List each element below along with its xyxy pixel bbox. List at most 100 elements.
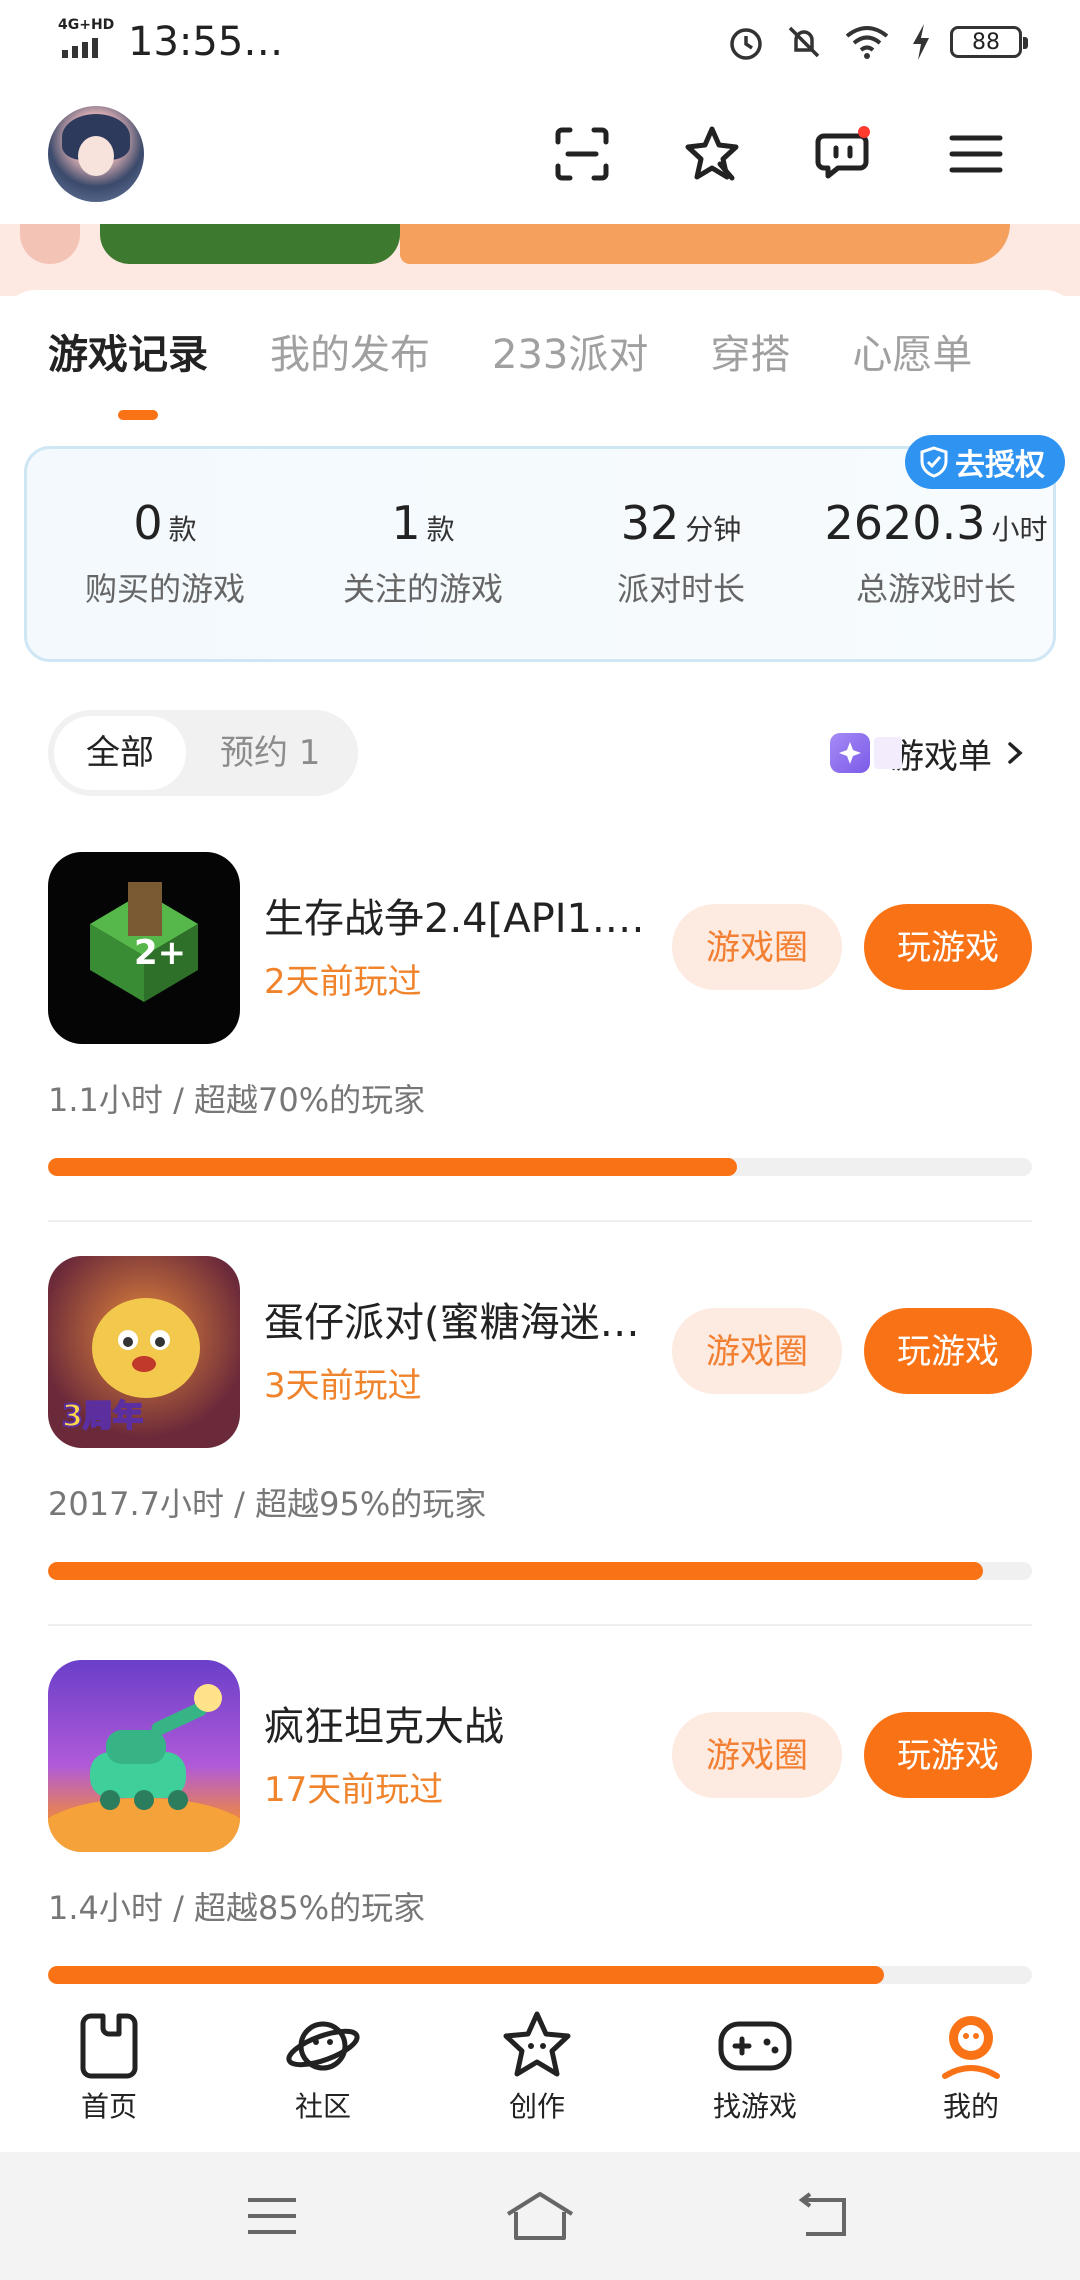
tab-outfits[interactable]: 穿搭 — [710, 320, 790, 390]
filter-all[interactable]: 全部 — [54, 716, 186, 790]
nav-label: 我的 — [942, 2090, 999, 2123]
stat-unit: 款 — [426, 513, 455, 546]
promo-banner[interactable] — [0, 224, 1080, 296]
home-nav-icon[interactable] — [504, 2188, 576, 2244]
stat-value: 2620.3 — [824, 496, 986, 550]
play-game-button[interactable]: 玩游戏 — [864, 1712, 1032, 1798]
game-list-label: 游戏单 — [890, 736, 992, 777]
create-star-icon — [503, 2011, 571, 2077]
nav-me[interactable]: 我的 — [896, 2006, 1046, 2124]
stat-label: 派对时长 — [616, 570, 745, 608]
play-stat: 2017.7小时 / 超越95%的玩家 — [48, 1485, 487, 1523]
stat-value: 1 — [391, 496, 421, 550]
wifi-icon — [845, 26, 889, 59]
last-played: 2天前玩过 — [264, 962, 422, 1002]
tab-233-party[interactable]: 233派对 — [492, 320, 648, 390]
progress-fill — [48, 1966, 885, 1984]
play-progress — [48, 1562, 1032, 1580]
play-stat: 1.4小时 / 超越85%的玩家 — [48, 1889, 426, 1927]
recent-apps-icon[interactable] — [244, 2192, 300, 2240]
tab-wishlist[interactable]: 心愿单 — [852, 320, 972, 390]
progress-fill — [48, 1562, 983, 1580]
nav-label: 首页 — [80, 2090, 137, 2123]
bottom-nav: 首页 社区 创作 找游戏 我的 — [0, 1996, 1080, 2152]
nav-label: 找游戏 — [712, 2090, 797, 2123]
stat-purchased[interactable]: 0款 购买的游戏 — [45, 495, 285, 609]
filter-reserved[interactable]: 预约 1 — [220, 716, 320, 790]
avatar[interactable] — [48, 106, 144, 202]
filter-segment: 全部 预约 1 — [48, 710, 358, 796]
nav-home[interactable]: 首页 — [34, 2006, 184, 2124]
shield-check-icon — [920, 446, 948, 478]
play-progress — [48, 1966, 1032, 1984]
play-game-button[interactable]: 玩游戏 — [864, 904, 1032, 990]
play-progress — [48, 1158, 1032, 1176]
nav-create[interactable]: 创作 — [462, 2006, 612, 2124]
stat-label: 总游戏时长 — [855, 570, 1016, 608]
game-list-link[interactable]: 游戏单 — [830, 722, 1030, 784]
chevron-right-icon — [1008, 742, 1023, 764]
message-icon[interactable] — [814, 124, 874, 184]
app-header — [0, 84, 1080, 224]
stat-unit: 款 — [168, 513, 197, 546]
svg-text:2+: 2+ — [134, 933, 186, 973]
play-stat: 1.1小时 / 超越70%的玩家 — [48, 1081, 426, 1119]
game-circle-button[interactable]: 游戏圈 — [672, 1308, 842, 1394]
nav-find-games[interactable]: 找游戏 — [680, 2006, 830, 2124]
stat-unit: 小时 — [991, 513, 1048, 546]
stat-value: 0 — [133, 496, 163, 550]
authorize-label: 去授权 — [955, 448, 1045, 483]
gamepad-icon — [718, 2021, 792, 2071]
network-label: 4G+HD — [58, 17, 115, 33]
nav-community[interactable]: 社区 — [248, 2006, 398, 2124]
back-icon[interactable] — [796, 2190, 852, 2242]
signal-icon — [62, 38, 98, 58]
main-panel: 游戏记录 我的发布 233派对 穿搭 心愿单 去授权 0款 购买的游戏 1款 关… — [0, 290, 1080, 2000]
system-nav-bar — [0, 2152, 1080, 2280]
stat-party-time[interactable]: 32 分钟 派对时长 — [561, 495, 801, 609]
authorize-button[interactable]: 去授权 — [905, 435, 1065, 489]
game-icon-crazy-tank[interactable] — [48, 1660, 240, 1852]
alarm-icon — [730, 28, 762, 60]
play-game-button[interactable]: 玩游戏 — [864, 1308, 1032, 1394]
stat-followed[interactable]: 1款 关注的游戏 — [303, 495, 543, 609]
stats-card: 去授权 0款 购买的游戏 1款 关注的游戏 32 分钟 派对时长 2620.3 小时… — [24, 435, 1065, 662]
planet-icon — [286, 2021, 360, 2071]
status-time: 13:55… — [128, 19, 284, 65]
game-title: 生存战争2.4[API1.… — [264, 896, 645, 942]
game-circle-button[interactable]: 游戏圈 — [672, 1712, 842, 1798]
stat-label: 关注的游戏 — [342, 570, 503, 608]
game-icon-eggy-party[interactable]: 3周年 — [48, 1256, 240, 1448]
nav-label: 创作 — [508, 2090, 565, 2123]
game-circle-button[interactable]: 游戏圈 — [672, 904, 842, 990]
battery-indicator: 88 — [950, 26, 1028, 58]
game-row[interactable]: 疯狂坦克大战 17天前玩过 游戏圈 玩游戏 1.4小时 / 超越85%的玩家 — [48, 1660, 1032, 2032]
game-icon-survivalcraft[interactable]: 2+ — [48, 852, 240, 1044]
star-badge-icon[interactable] — [682, 124, 742, 184]
game-title: 蛋仔派对(蜜糖海迷… — [264, 1300, 640, 1346]
nav-label: 社区 — [294, 2090, 351, 2123]
game-row[interactable]: 3周年 蛋仔派对(蜜糖海迷… 3天前玩过 游戏圈 玩游戏 2017.7小时 / … — [48, 1256, 1032, 1628]
divider — [48, 1220, 1032, 1222]
menu-icon[interactable] — [946, 124, 1006, 184]
game-row[interactable]: 2+ 生存战争2.4[API1.… 2天前玩过 游戏圈 玩游戏 1.1小时 / … — [48, 852, 1032, 1224]
game-title: 疯狂坦克大战 — [264, 1704, 504, 1750]
profile-active-icon — [942, 2016, 1000, 2079]
game-list-icon — [830, 733, 902, 773]
last-played: 3天前玩过 — [264, 1366, 422, 1406]
stat-label: 购买的游戏 — [84, 570, 245, 608]
tab-bar: 游戏记录 我的发布 233派对 穿搭 心愿单 — [48, 320, 1080, 390]
tab-my-posts[interactable]: 我的发布 — [270, 320, 430, 390]
charging-icon — [913, 24, 929, 60]
last-played: 17天前玩过 — [264, 1770, 444, 1810]
scan-icon[interactable] — [552, 124, 612, 184]
stat-total-time[interactable]: 2620.3 小时 总游戏时长 — [811, 495, 1061, 609]
progress-fill — [48, 1158, 737, 1176]
stat-unit: 分钟 — [685, 513, 742, 546]
stat-value: 32 — [620, 496, 680, 550]
svg-text:3周年: 3周年 — [62, 1399, 143, 1434]
mute-icon — [788, 26, 820, 58]
active-tab-indicator — [118, 410, 158, 420]
tab-game-records[interactable]: 游戏记录 — [48, 320, 208, 390]
divider — [48, 1624, 1032, 1626]
